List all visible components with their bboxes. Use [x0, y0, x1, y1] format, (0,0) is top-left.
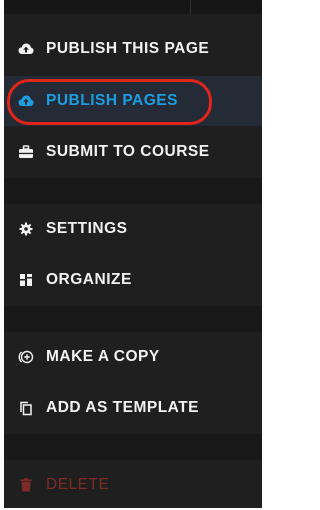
menu-item-label: ADD AS TEMPLATE: [46, 399, 200, 416]
menu-item-add-as-template[interactable]: ADD AS TEMPLATE: [4, 383, 262, 433]
menu-top-bar: [4, 0, 262, 14]
menu-item-publish-this-page[interactable]: PUBLISH THIS PAGE: [4, 24, 262, 74]
copy-circle-icon: [18, 349, 34, 365]
briefcase-icon: [18, 144, 34, 160]
menu-item-delete[interactable]: DELETE: [4, 460, 262, 510]
gear-icon: [18, 221, 34, 237]
menu-item-label: PUBLISH PAGES: [46, 92, 178, 109]
menu-item-label: MAKE A COPY: [46, 348, 160, 365]
menu-divider: [4, 306, 262, 332]
menu-item-organize[interactable]: ORGANIZE: [4, 255, 262, 305]
trash-icon: [18, 477, 34, 493]
menu-divider: [4, 178, 262, 204]
menu-item-make-a-copy[interactable]: MAKE A COPY: [4, 332, 262, 382]
menu-item-label: SUBMIT TO COURSE: [46, 143, 210, 160]
menu-item-submit-to-course[interactable]: SUBMIT TO COURSE: [4, 127, 262, 177]
menu-item-label: ORGANIZE: [46, 271, 132, 288]
template-icon: [18, 400, 34, 416]
cloud-upload-icon: [18, 41, 34, 57]
menu-item-label: SETTINGS: [46, 220, 128, 237]
menu-item-publish-pages[interactable]: PUBLISH PAGES: [4, 76, 262, 126]
menu-item-label: DELETE: [46, 476, 110, 493]
cloud-upload-icon: [18, 93, 34, 109]
dropdown-menu: PUBLISH THIS PAGE PUBLISH PAGES SUBMIT T…: [4, 0, 262, 508]
menu-divider: [4, 434, 262, 460]
menu-item-settings[interactable]: SETTINGS: [4, 204, 262, 254]
menu-item-label: PUBLISH THIS PAGE: [46, 40, 210, 57]
grid-icon: [18, 272, 34, 288]
